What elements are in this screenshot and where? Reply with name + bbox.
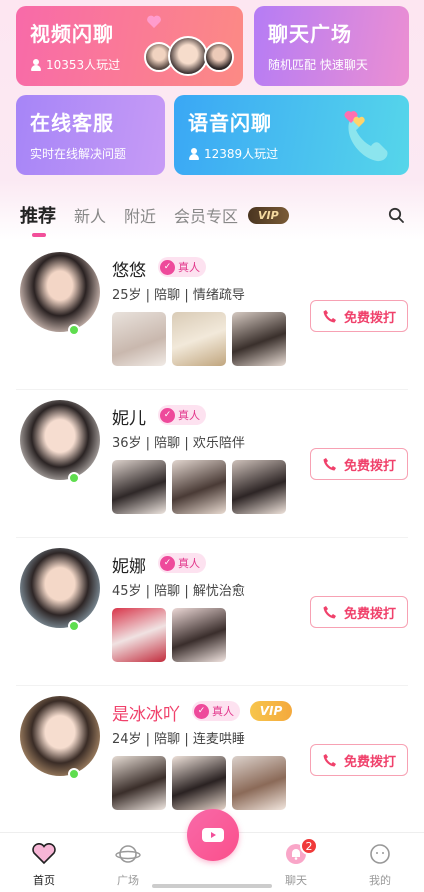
photo-strip [112, 608, 226, 662]
chat-square-banner[interactable]: 聊天广场 随机匹配 快速聊天 [254, 6, 409, 86]
photo-thumbnail[interactable] [172, 460, 226, 514]
photo-thumbnail[interactable] [232, 756, 286, 810]
video-chat-players: 10353人玩过 [30, 56, 120, 73]
user-info: 25岁 | 陪聊 | 情绪疏导 [112, 288, 245, 303]
heart-icon [32, 842, 56, 865]
customer-service-title: 在线客服 [30, 111, 114, 135]
bottom-nav: 首页 广场 2 聊天 我的 [0, 809, 424, 892]
avatar [168, 36, 208, 76]
video-chat-banner[interactable]: 视频闪聊 10353人玩过 [16, 6, 243, 86]
chat-square-title: 聊天广场 [268, 22, 352, 46]
photo-strip [112, 312, 286, 366]
nav-mine-label: 我的 [369, 874, 391, 887]
list-item[interactable]: 妮娜 ✓ 真人 45岁 | 陪聊 | 解忧治愈 免费拨打 [16, 538, 408, 686]
home-indicator [152, 884, 272, 888]
nav-square[interactable]: 广场 [98, 843, 158, 888]
nav-home[interactable]: 首页 [14, 842, 74, 888]
vip-badge: VIP [248, 206, 289, 224]
user-list: 悠悠 ✓ 真人 25岁 | 陪聊 | 情绪疏导 免费拨打 妮儿 ✓ 真人 36岁 |… [0, 242, 424, 834]
category-tabs: 推荐 新人 附近 会员专区 VIP [20, 202, 289, 237]
avatar[interactable] [20, 252, 100, 332]
voice-chat-players: 12389人玩过 [188, 145, 278, 162]
video-call-button[interactable] [187, 809, 239, 861]
user-name: 妮娜 [112, 557, 146, 577]
person-icon [30, 58, 42, 71]
online-indicator [68, 324, 80, 336]
smiley-icon [370, 844, 390, 864]
vip-badge: VIP [250, 701, 292, 721]
planet-icon [115, 845, 141, 863]
user-name: 是冰冰吖 [112, 705, 180, 725]
user-info: 24岁 | 陪聊 | 连麦哄睡 [112, 732, 245, 747]
real-person-badge: ✓ 真人 [192, 701, 240, 721]
tab-nearby[interactable]: 附近 [124, 203, 156, 227]
unread-badge: 2 [300, 837, 318, 855]
customer-service-banner[interactable]: 在线客服 实时在线解决问题 [16, 95, 165, 175]
free-call-button[interactable]: 免费拨打 [310, 744, 408, 776]
real-person-badge: ✓ 真人 [158, 257, 206, 277]
user-info: 36岁 | 陪聊 | 欢乐陪伴 [112, 436, 245, 451]
phone-icon [323, 458, 336, 471]
free-call-button[interactable]: 免费拨打 [310, 300, 408, 332]
nav-square-label: 广场 [117, 874, 139, 887]
photo-thumbnail[interactable] [112, 756, 166, 810]
online-indicator [68, 620, 80, 632]
check-icon: ✓ [194, 703, 209, 719]
nav-chat-label: 聊天 [285, 874, 307, 887]
photo-thumbnail[interactable] [112, 460, 166, 514]
nav-home-label: 首页 [33, 874, 55, 887]
voice-chat-title: 语音闪聊 [188, 111, 272, 135]
phone-icon [323, 754, 336, 767]
video-camera-icon [202, 828, 224, 842]
heart-icon [147, 15, 161, 28]
user-name: 悠悠 [112, 261, 146, 281]
tab-recommend[interactable]: 推荐 [20, 202, 56, 237]
video-chat-title: 视频闪聊 [30, 22, 114, 46]
check-icon: ✓ [160, 259, 175, 275]
photo-thumbnail[interactable] [232, 460, 286, 514]
user-name: 妮儿 [112, 409, 146, 429]
avatar [204, 42, 234, 72]
photo-strip [112, 756, 286, 810]
avatar[interactable] [20, 696, 100, 776]
real-person-badge: ✓ 真人 [158, 553, 206, 573]
photo-strip [112, 460, 286, 514]
list-item[interactable]: 妮儿 ✓ 真人 36岁 | 陪聊 | 欢乐陪伴 免费拨打 [16, 390, 408, 538]
photo-thumbnail[interactable] [172, 756, 226, 810]
avatar[interactable] [20, 548, 100, 628]
photo-thumbnail[interactable] [112, 312, 166, 366]
list-item[interactable]: 悠悠 ✓ 真人 25岁 | 陪聊 | 情绪疏导 免费拨打 [16, 242, 408, 390]
chat-square-subtitle: 随机匹配 快速聊天 [268, 58, 368, 72]
nav-chat[interactable]: 2 聊天 [266, 837, 326, 888]
person-icon [188, 147, 200, 160]
photo-thumbnail[interactable] [172, 608, 226, 662]
online-indicator [68, 472, 80, 484]
check-icon: ✓ [160, 407, 175, 423]
user-info: 45岁 | 陪聊 | 解忧治愈 [112, 584, 245, 599]
free-call-button[interactable]: 免费拨打 [310, 596, 408, 628]
phone-icon [323, 606, 336, 619]
check-icon: ✓ [160, 555, 175, 571]
photo-thumbnail[interactable] [112, 608, 166, 662]
avatar[interactable] [20, 400, 100, 480]
online-indicator [68, 768, 80, 780]
customer-service-subtitle: 实时在线解决问题 [30, 147, 127, 161]
tab-new[interactable]: 新人 [74, 203, 106, 227]
phone-heart-icon [344, 111, 388, 162]
tab-vip-zone[interactable]: 会员专区 [174, 203, 238, 227]
real-person-badge: ✓ 真人 [158, 405, 206, 425]
photo-thumbnail[interactable] [232, 312, 286, 366]
nav-mine[interactable]: 我的 [350, 843, 410, 888]
phone-icon [323, 310, 336, 323]
voice-chat-banner[interactable]: 语音闪聊 12389人玩过 [174, 95, 409, 175]
photo-thumbnail[interactable] [172, 312, 226, 366]
free-call-button[interactable]: 免费拨打 [310, 448, 408, 480]
search-icon[interactable] [388, 207, 404, 223]
